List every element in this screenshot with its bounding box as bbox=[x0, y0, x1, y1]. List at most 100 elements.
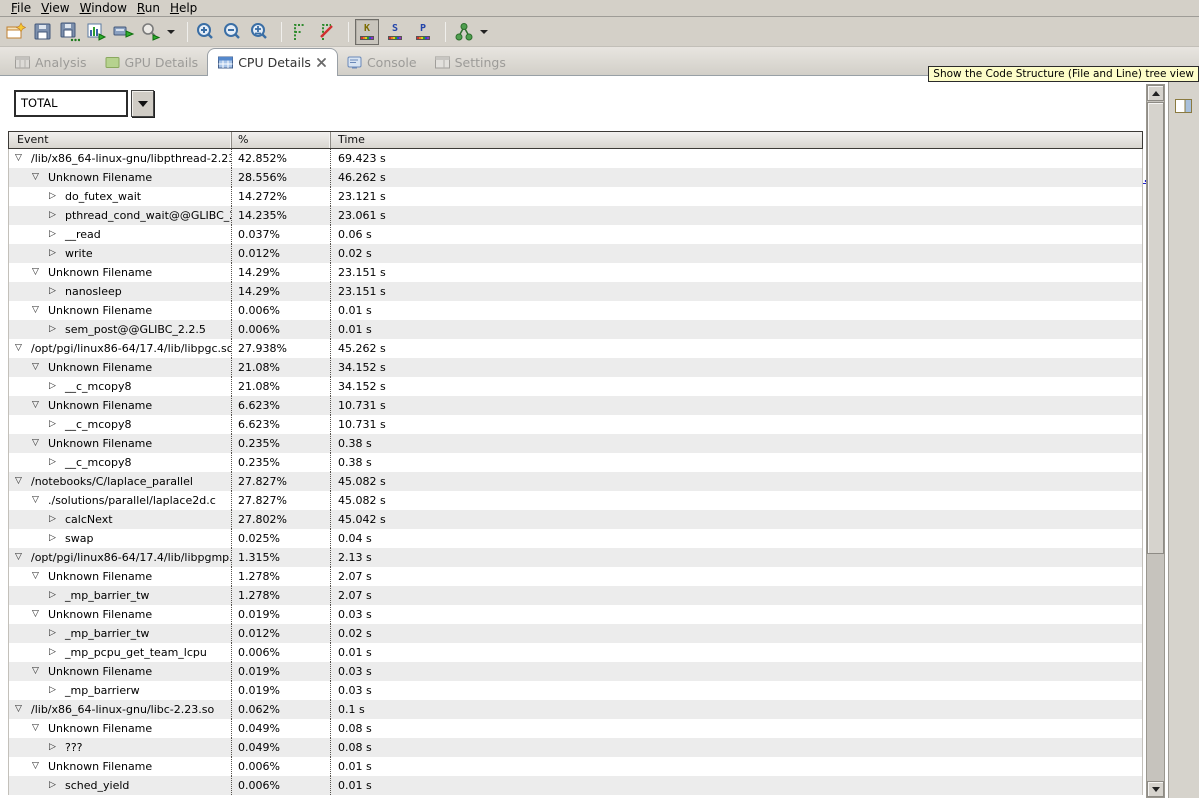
vertical-scrollbar[interactable] bbox=[1146, 84, 1165, 798]
flag-f-icon[interactable] bbox=[288, 20, 312, 44]
tree-toggle-icon[interactable] bbox=[32, 168, 48, 187]
table-row[interactable]: Unknown Filename 1.278% 2.07 s bbox=[9, 567, 1142, 586]
tree-toggle-icon[interactable] bbox=[32, 567, 48, 586]
table-row[interactable]: pthread_cond_wait@@GLIBC_2.3 14.235% 23.… bbox=[9, 206, 1142, 225]
table-row[interactable]: /opt/pgi/linux86-64/17.4/lib/libpgmp.so … bbox=[9, 548, 1142, 567]
import-profile-icon[interactable] bbox=[112, 20, 136, 44]
new-profile-icon[interactable] bbox=[4, 20, 28, 44]
tree-toggle-icon[interactable] bbox=[49, 282, 65, 301]
tree-toggle-icon[interactable] bbox=[49, 187, 65, 206]
table-row[interactable]: __c_mcopy8 6.623% 10.731 s bbox=[9, 415, 1142, 434]
table-row[interactable]: ??? 0.049% 0.08 s bbox=[9, 738, 1142, 757]
header-time[interactable]: Time bbox=[331, 132, 1142, 148]
table-row[interactable]: /notebooks/C/laplace_parallel 27.827% 45… bbox=[9, 472, 1142, 491]
call-tree-dropdown-caret[interactable] bbox=[480, 30, 488, 34]
save-as-icon[interactable] bbox=[58, 20, 82, 44]
profile-scope-combobox[interactable]: TOTAL bbox=[14, 90, 155, 117]
tab-console[interactable]: Console bbox=[338, 49, 426, 75]
split-pane-icon[interactable] bbox=[1175, 99, 1193, 114]
flag-slash-icon[interactable] bbox=[315, 20, 339, 44]
table-row[interactable]: ./solutions/parallel/laplace2d.c 27.827%… bbox=[9, 491, 1142, 510]
zoom-in-icon[interactable] bbox=[194, 20, 218, 44]
table-row[interactable]: /lib/x86_64-linux-gnu/libpthread-2.23.so… bbox=[9, 149, 1142, 168]
tree-toggle-icon[interactable] bbox=[15, 700, 31, 719]
close-icon[interactable] bbox=[316, 57, 327, 68]
source-view-button[interactable]: S bbox=[383, 19, 407, 45]
tree-toggle-icon[interactable] bbox=[32, 662, 48, 681]
search-dropdown-caret[interactable] bbox=[167, 30, 175, 34]
table-row[interactable]: _mp_barrierw 0.019% 0.03 s bbox=[9, 681, 1142, 700]
menu-run[interactable]: Run bbox=[132, 0, 165, 16]
tab-gpu-details[interactable]: GPU Details bbox=[96, 49, 208, 75]
tree-toggle-icon[interactable] bbox=[32, 491, 48, 510]
tree-toggle-icon[interactable] bbox=[15, 548, 31, 567]
tree-toggle-icon[interactable] bbox=[49, 643, 65, 662]
menu-file[interactable]: File bbox=[6, 0, 36, 16]
table-row[interactable]: __read 0.037% 0.06 s bbox=[9, 225, 1142, 244]
table-row[interactable]: _mp_barrier_tw 0.012% 0.02 s bbox=[9, 624, 1142, 643]
table-row[interactable]: write 0.012% 0.02 s bbox=[9, 244, 1142, 263]
combobox-value[interactable]: TOTAL bbox=[14, 90, 128, 117]
table-row[interactable]: Unknown Filename 0.019% 0.03 s bbox=[9, 605, 1142, 624]
tree-toggle-icon[interactable] bbox=[32, 263, 48, 282]
table-row[interactable]: _mp_pcpu_get_team_lcpu 0.006% 0.01 s bbox=[9, 643, 1142, 662]
tab-cpu-details[interactable]: CPU Details bbox=[207, 48, 338, 76]
tree-toggle-icon[interactable] bbox=[49, 415, 65, 434]
table-row[interactable]: Unknown Filename 0.006% 0.01 s bbox=[9, 757, 1142, 776]
tree-toggle-icon[interactable] bbox=[32, 757, 48, 776]
tree-toggle-icon[interactable] bbox=[49, 225, 65, 244]
menu-window[interactable]: Window bbox=[75, 0, 132, 16]
table-row[interactable]: sched_yield 0.006% 0.01 s bbox=[9, 776, 1142, 795]
tree-toggle-icon[interactable] bbox=[32, 358, 48, 377]
tab-analysis[interactable]: Analysis bbox=[6, 49, 96, 75]
tree-toggle-icon[interactable] bbox=[32, 396, 48, 415]
tree-toggle-icon[interactable] bbox=[49, 529, 65, 548]
scroll-up-button[interactable] bbox=[1147, 85, 1164, 101]
tree-toggle-icon[interactable] bbox=[32, 301, 48, 320]
tree-toggle-icon[interactable] bbox=[15, 472, 31, 491]
table-row[interactable]: do_futex_wait 14.272% 23.121 s bbox=[9, 187, 1142, 206]
header-percent[interactable]: % bbox=[232, 132, 331, 148]
zoom-fit-icon[interactable] bbox=[248, 20, 272, 44]
table-row[interactable]: Unknown Filename 0.049% 0.08 s bbox=[9, 719, 1142, 738]
tab-settings[interactable]: Settings bbox=[426, 49, 515, 75]
table-row[interactable]: __c_mcopy8 0.235% 0.38 s bbox=[9, 453, 1142, 472]
table-row[interactable]: Unknown Filename 0.019% 0.03 s bbox=[9, 662, 1142, 681]
header-event[interactable]: Event bbox=[9, 132, 232, 148]
tree-toggle-icon[interactable] bbox=[49, 510, 65, 529]
tree-toggle-icon[interactable] bbox=[49, 776, 65, 795]
tree-toggle-icon[interactable] bbox=[49, 244, 65, 263]
tree-toggle-icon[interactable] bbox=[49, 738, 65, 757]
tree-toggle-icon[interactable] bbox=[32, 434, 48, 453]
tree-toggle-icon[interactable] bbox=[49, 377, 65, 396]
menu-help[interactable]: Help bbox=[165, 0, 202, 16]
table-row[interactable]: Unknown Filename 6.623% 10.731 s bbox=[9, 396, 1142, 415]
tree-toggle-icon[interactable] bbox=[49, 453, 65, 472]
call-tree-icon[interactable] bbox=[452, 20, 476, 44]
tree-toggle-icon[interactable] bbox=[15, 149, 31, 168]
table-row[interactable]: Unknown Filename 28.556% 46.262 s bbox=[9, 168, 1142, 187]
tree-toggle-icon[interactable] bbox=[49, 681, 65, 700]
scrollbar-thumb[interactable] bbox=[1147, 102, 1164, 554]
tree-toggle-icon[interactable] bbox=[49, 624, 65, 643]
tree-toggle-icon[interactable] bbox=[32, 719, 48, 738]
kernel-view-button[interactable]: K bbox=[355, 19, 379, 45]
tree-toggle-icon[interactable] bbox=[49, 586, 65, 605]
scroll-down-button[interactable] bbox=[1147, 781, 1164, 797]
profile-view-button[interactable]: P bbox=[411, 19, 435, 45]
table-row[interactable]: _mp_barrier_tw 1.278% 2.07 s bbox=[9, 586, 1142, 605]
table-row[interactable]: Unknown Filename 0.006% 0.01 s bbox=[9, 301, 1142, 320]
table-row[interactable]: nanosleep 14.29% 23.151 s bbox=[9, 282, 1142, 301]
combobox-dropdown-button[interactable] bbox=[131, 90, 154, 117]
table-row[interactable]: Unknown Filename 21.08% 34.152 s bbox=[9, 358, 1142, 377]
table-row[interactable]: Unknown Filename 0.235% 0.38 s bbox=[9, 434, 1142, 453]
tree-toggle-icon[interactable] bbox=[49, 206, 65, 225]
profile-chart-icon[interactable] bbox=[85, 20, 109, 44]
table-row[interactable]: __c_mcopy8 21.08% 34.152 s bbox=[9, 377, 1142, 396]
table-row[interactable]: swap 0.025% 0.04 s bbox=[9, 529, 1142, 548]
table-row[interactable]: Unknown Filename 14.29% 23.151 s bbox=[9, 263, 1142, 282]
menu-view[interactable]: View bbox=[36, 0, 74, 16]
save-icon[interactable] bbox=[31, 20, 55, 44]
table-row[interactable]: sem_post@@GLIBC_2.2.5 0.006% 0.01 s bbox=[9, 320, 1142, 339]
zoom-out-icon[interactable] bbox=[221, 20, 245, 44]
